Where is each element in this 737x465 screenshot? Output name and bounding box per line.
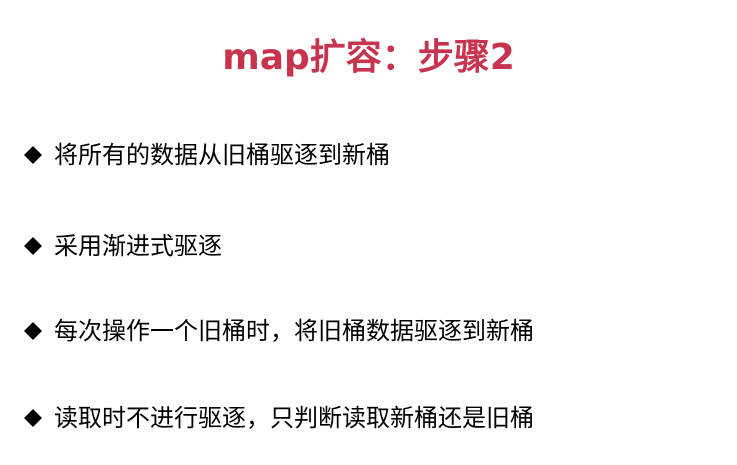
bullet-item: 采用渐进式驱逐 [22, 228, 222, 264]
diamond-bullet-icon [24, 237, 42, 255]
bullet-item: 读取时不进行驱逐，只判断读取新桶还是旧桶 [22, 400, 534, 436]
bullet-text: 读取时不进行驱逐，只判断读取新桶还是旧桶 [54, 404, 534, 432]
slide-title: map扩容：步骤2 [222, 37, 515, 78]
bullet-text: 采用渐进式驱逐 [54, 232, 222, 260]
diamond-bullet-icon [24, 146, 42, 164]
diamond-bullet-icon [24, 322, 42, 340]
bullet-item: 每次操作一个旧桶时，将旧桶数据驱逐到新桶 [22, 313, 534, 349]
bullet-text: 每次操作一个旧桶时，将旧桶数据驱逐到新桶 [54, 317, 534, 345]
slide: map扩容：步骤2 将所有的数据从旧桶驱逐到新桶 采用渐进式驱逐 每次操作一个旧… [0, 0, 737, 465]
diamond-bullet-icon [24, 409, 42, 427]
bullet-item: 将所有的数据从旧桶驱逐到新桶 [22, 137, 390, 173]
bullet-text: 将所有的数据从旧桶驱逐到新桶 [54, 141, 390, 169]
